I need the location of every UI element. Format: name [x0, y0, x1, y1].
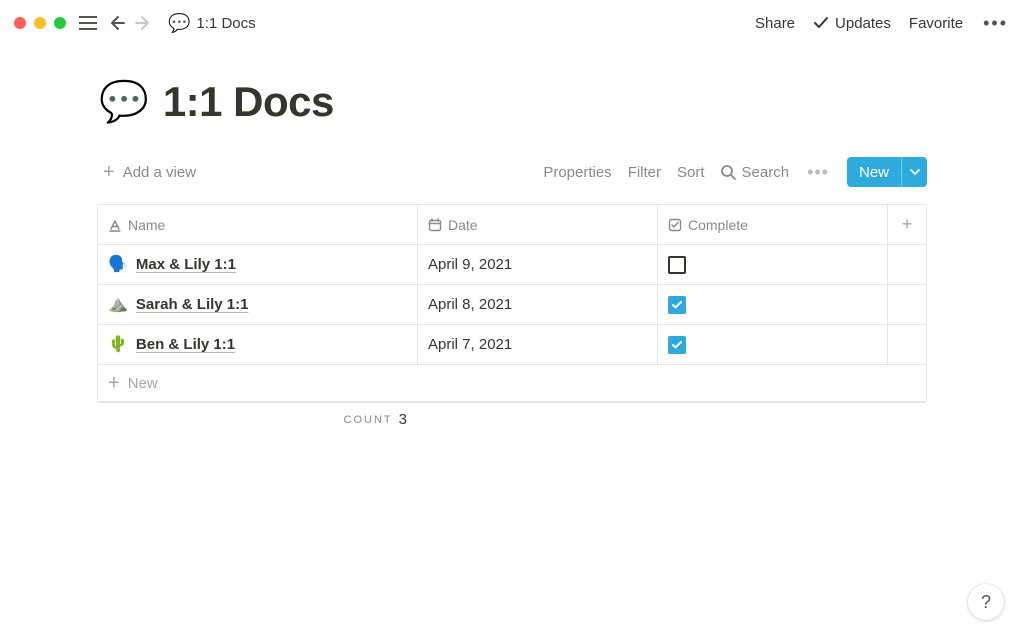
- table-footer: COUNT 3: [97, 403, 927, 436]
- column-header-name-label: Name: [128, 217, 165, 233]
- column-header-name[interactable]: Name: [98, 205, 418, 245]
- breadcrumb-title: 1:1 Docs: [196, 15, 255, 32]
- more-menu-button[interactable]: •••: [981, 13, 1010, 34]
- share-button[interactable]: Share: [755, 15, 795, 32]
- trailing-cell: [888, 325, 926, 365]
- search-label: Search: [742, 164, 790, 181]
- plus-icon: +: [108, 373, 120, 393]
- window-controls: [14, 17, 74, 29]
- new-button-dropdown[interactable]: [901, 157, 927, 187]
- check-icon: [671, 299, 683, 311]
- menu-button[interactable]: [74, 9, 102, 37]
- arrow-right-icon: [135, 14, 153, 32]
- calendar-icon: [428, 218, 442, 232]
- updates-button[interactable]: Updates: [813, 15, 891, 32]
- back-button[interactable]: [102, 9, 130, 37]
- date-cell[interactable]: April 7, 2021: [418, 325, 658, 365]
- maximize-window-icon[interactable]: [54, 17, 66, 29]
- row-icon: 🌵: [108, 337, 128, 353]
- new-button-label: New: [847, 157, 901, 187]
- table-row: ⛰️ Sarah & Lily 1:1 April 8, 2021: [98, 285, 926, 325]
- page-title-row: 💬 1:1 Docs: [99, 78, 927, 126]
- row-name[interactable]: Ben & Lily 1:1: [136, 336, 235, 353]
- breadcrumb[interactable]: 💬 1:1 Docs: [162, 12, 262, 34]
- check-icon: [813, 15, 829, 31]
- count-label: COUNT: [344, 414, 393, 426]
- row-icon: ⛰️: [108, 297, 128, 313]
- table-header: Name Date Complete +: [98, 205, 926, 245]
- page-title[interactable]: 1:1 Docs: [163, 78, 334, 126]
- name-cell[interactable]: ⛰️ Sarah & Lily 1:1: [98, 285, 418, 325]
- add-view-button[interactable]: + Add a view: [103, 162, 196, 182]
- page-icon[interactable]: 💬: [99, 82, 149, 122]
- table-row: 🗣️ Max & Lily 1:1 April 9, 2021: [98, 245, 926, 285]
- close-window-icon[interactable]: [14, 17, 26, 29]
- help-button[interactable]: ?: [968, 584, 1004, 620]
- view-controls: + Add a view Properties Filter Sort Sear…: [97, 152, 927, 192]
- row-name[interactable]: Sarah & Lily 1:1: [136, 296, 249, 313]
- row-icon: 🗣️: [108, 257, 128, 273]
- hamburger-icon: [79, 16, 97, 30]
- speech-bubble-icon: 💬: [168, 14, 190, 32]
- minimize-window-icon[interactable]: [34, 17, 46, 29]
- updates-label: Updates: [835, 15, 891, 32]
- checkbox[interactable]: [668, 336, 686, 354]
- checkbox-icon: [668, 218, 682, 232]
- column-header-complete-label: Complete: [688, 217, 748, 233]
- plus-icon: +: [902, 214, 913, 235]
- filter-button[interactable]: Filter: [628, 164, 661, 181]
- row-name[interactable]: Max & Lily 1:1: [136, 256, 236, 273]
- add-column-button[interactable]: +: [888, 205, 926, 245]
- properties-button[interactable]: Properties: [543, 164, 611, 181]
- checkbox[interactable]: [668, 256, 686, 274]
- count-value: 3: [399, 411, 407, 428]
- name-cell[interactable]: 🗣️ Max & Lily 1:1: [98, 245, 418, 285]
- complete-cell[interactable]: [658, 285, 888, 325]
- column-header-date-label: Date: [448, 217, 478, 233]
- page: 💬 1:1 Docs + Add a view Properties Filte…: [0, 46, 1024, 436]
- text-icon: [108, 218, 122, 232]
- sort-button[interactable]: Sort: [677, 164, 705, 181]
- help-icon: ?: [981, 592, 991, 613]
- trailing-cell: [888, 245, 926, 285]
- forward-button: [130, 9, 158, 37]
- complete-cell[interactable]: [658, 245, 888, 285]
- new-row-label: New: [128, 375, 158, 392]
- trailing-cell: [888, 285, 926, 325]
- check-icon: [671, 339, 683, 351]
- search-icon: [721, 165, 736, 180]
- arrow-left-icon: [107, 14, 125, 32]
- plus-icon: +: [103, 162, 115, 182]
- checkbox[interactable]: [668, 296, 686, 314]
- date-cell[interactable]: April 9, 2021: [418, 245, 658, 285]
- topbar: 💬 1:1 Docs Share Updates Favorite •••: [0, 0, 1024, 46]
- view-more-button[interactable]: •••: [805, 162, 831, 183]
- search-button[interactable]: Search: [721, 164, 790, 181]
- count-cell[interactable]: COUNT 3: [97, 403, 417, 436]
- new-button[interactable]: New: [847, 157, 927, 187]
- table-row: 🌵 Ben & Lily 1:1 April 7, 2021: [98, 325, 926, 365]
- chevron-down-icon: [910, 169, 920, 175]
- database-table: Name Date Complete + 🗣️ Max & Lily 1:1 Apr…: [97, 204, 927, 403]
- name-cell[interactable]: 🌵 Ben & Lily 1:1: [98, 325, 418, 365]
- column-header-complete[interactable]: Complete: [658, 205, 888, 245]
- add-view-label: Add a view: [123, 164, 196, 181]
- column-header-date[interactable]: Date: [418, 205, 658, 245]
- top-actions: Share Updates Favorite •••: [755, 13, 1010, 34]
- favorite-button[interactable]: Favorite: [909, 15, 963, 32]
- date-cell[interactable]: April 8, 2021: [418, 285, 658, 325]
- new-row-button[interactable]: + New: [98, 365, 926, 402]
- complete-cell[interactable]: [658, 325, 888, 365]
